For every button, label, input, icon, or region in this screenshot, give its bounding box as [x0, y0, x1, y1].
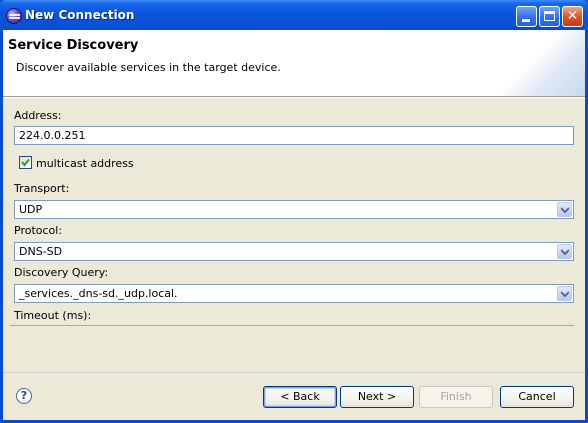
transport-label: Transport: [14, 182, 70, 195]
window-title: New Connection [25, 8, 135, 22]
page-title: Service Discovery [8, 38, 139, 53]
protocol-value: DNS-SD [19, 245, 63, 258]
footer-divider [3, 372, 585, 373]
multicast-checkbox[interactable] [19, 156, 32, 169]
dropdown-arrow-icon[interactable] [557, 286, 572, 301]
discovery-query-combo[interactable]: _services._dns-sd._udp.local. [14, 284, 574, 303]
transport-combo[interactable]: UDP [14, 200, 574, 219]
maximize-button[interactable] [539, 6, 560, 27]
dialog-window: New Connection ✕ Service Discovery Disco… [0, 0, 588, 423]
back-button[interactable]: < Back [263, 386, 337, 408]
page-description: Discover available services in the targe… [16, 61, 281, 74]
minimize-icon [522, 19, 530, 22]
protocol-combo[interactable]: DNS-SD [14, 242, 574, 261]
close-button[interactable]: ✕ [562, 6, 583, 27]
checkmark-icon [21, 158, 30, 167]
address-label: Address: [14, 109, 62, 122]
maximize-icon [544, 11, 555, 21]
cancel-button[interactable]: Cancel [500, 386, 574, 408]
discovery-query-value: _services._dns-sd._udp.local. [19, 287, 178, 300]
discovery-query-label: Discovery Query: [14, 266, 109, 279]
timeout-label: Timeout (ms): [14, 309, 92, 322]
next-button[interactable]: Next > [340, 386, 414, 408]
minimize-button[interactable] [516, 6, 537, 27]
close-icon: ✕ [566, 8, 579, 24]
multicast-label: multicast address [36, 157, 134, 170]
wizard-header: Service Discovery Discover available ser… [3, 30, 585, 96]
address-field[interactable] [14, 126, 574, 145]
header-banner-graphic [503, 30, 585, 96]
dropdown-arrow-icon[interactable] [557, 202, 572, 217]
timeout-separator [10, 325, 574, 326]
transport-value: UDP [19, 203, 43, 216]
help-icon[interactable]: ? [16, 388, 32, 404]
title-bar[interactable]: New Connection ✕ [0, 0, 588, 30]
finish-button: Finish [419, 386, 493, 408]
eclipse-icon [6, 8, 22, 24]
dropdown-arrow-icon[interactable] [557, 244, 572, 259]
protocol-label: Protocol: [14, 224, 63, 237]
